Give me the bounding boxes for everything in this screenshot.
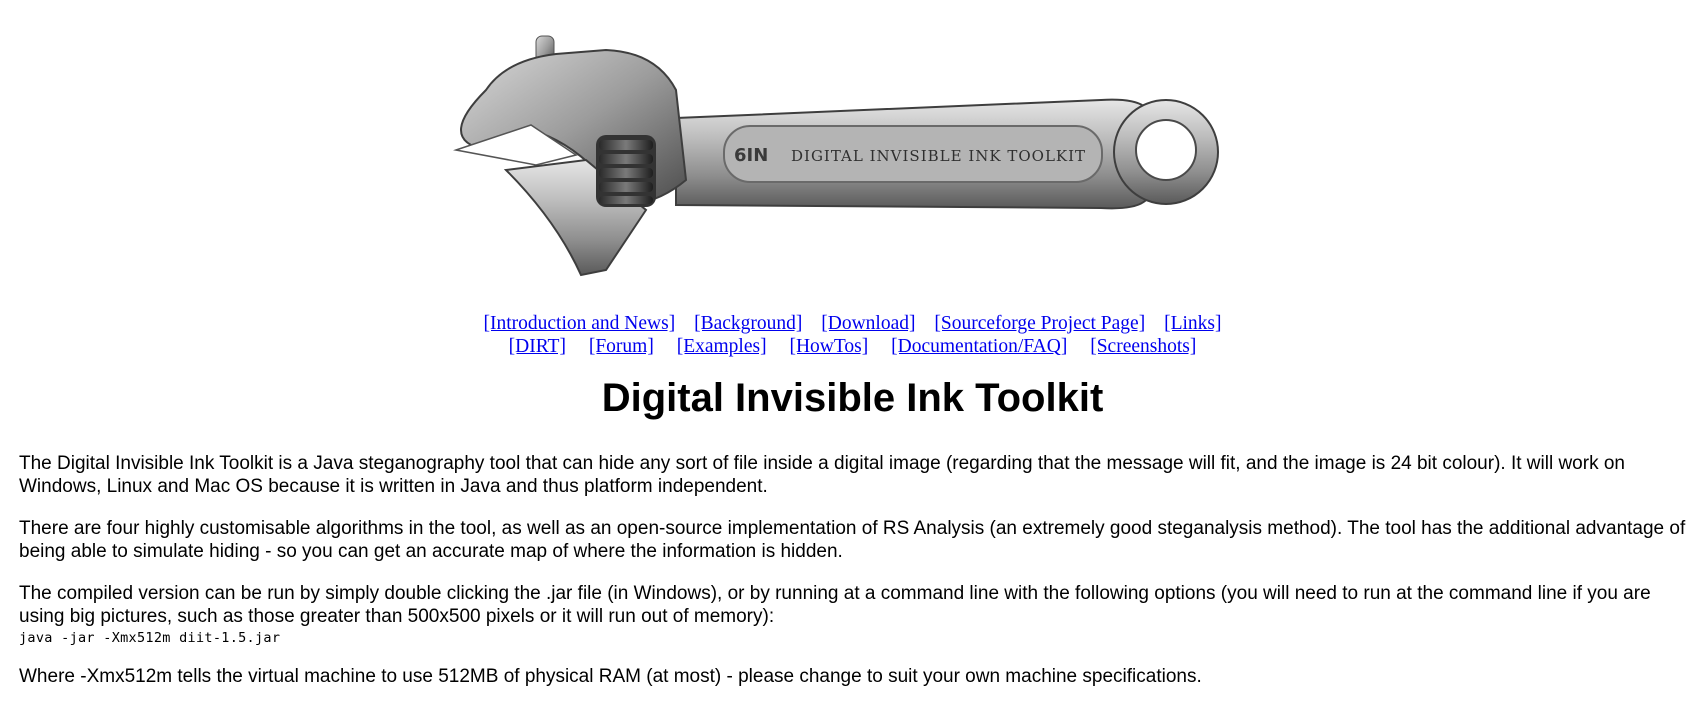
run-instructions-paragraph: The compiled version can be run by simpl… <box>19 583 1651 627</box>
nav-link-documentation-faq[interactable]: [Documentation/FAQ] <box>891 336 1067 357</box>
intro-paragraph: The Digital Invisible Ink Toolkit is a J… <box>19 453 1625 497</box>
algorithms-paragraph: There are four highly customisable algor… <box>19 518 1686 562</box>
wrench-size-engraving: 6IN <box>734 145 768 166</box>
nav-link-dirt[interactable]: [DIRT] <box>509 336 566 357</box>
nav-link-background[interactable]: [Background] <box>694 313 802 334</box>
nav-row-secondary: [DIRT] [Forum] [Examples] [HowTos] [Docu… <box>0 335 1705 358</box>
main-content: The Digital Invisible Ink Toolkit is a J… <box>19 452 1691 707</box>
nav-link-examples[interactable]: [Examples] <box>677 336 767 357</box>
wrench-logo-banner: 6IN DIGITAL INVISIBLE INK TOOLKIT <box>453 35 1219 277</box>
nav-link-links[interactable]: [Links] <box>1164 313 1221 334</box>
nav-row-primary: [Introduction and News] [Background] [Do… <box>0 312 1705 335</box>
nav-link-screenshots[interactable]: [Screenshots] <box>1090 336 1196 357</box>
wrench-name-engraving: DIGITAL INVISIBLE INK TOOLKIT <box>791 147 1086 165</box>
nav-link-sourceforge-project-page[interactable]: [Sourceforge Project Page] <box>934 313 1145 334</box>
nav-link-forum[interactable]: [Forum] <box>589 336 654 357</box>
command-line-example: java -jar -Xmx512m diit-1.5.jar <box>19 630 281 646</box>
nav-link-download[interactable]: [Download] <box>821 313 915 334</box>
memory-note-paragraph: Where -Xmx512m tells the virtual machine… <box>19 666 1202 687</box>
nav-link-introduction-news[interactable]: [Introduction and News] <box>484 313 676 334</box>
nav-link-howtos[interactable]: [HowTos] <box>789 336 868 357</box>
page-title: Digital Invisible Ink Toolkit <box>601 376 1104 420</box>
